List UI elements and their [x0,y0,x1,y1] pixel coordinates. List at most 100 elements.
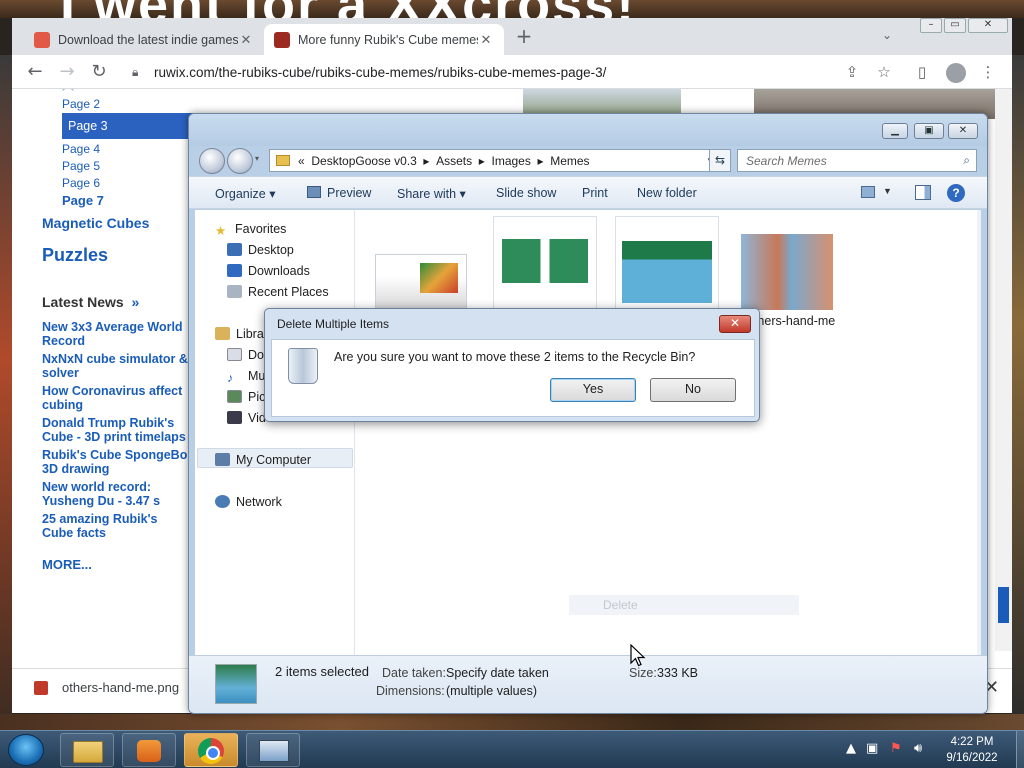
tab-search-icon[interactable]: ⌄ [882,28,892,42]
back-icon[interactable] [199,148,225,174]
profile-avatar[interactable] [946,63,966,83]
date-taken-value[interactable]: Specify date taken [446,666,549,680]
file-label[interactable]: others-hand-me [747,314,835,328]
sidebar-link-page-4[interactable]: Page 4 [62,142,100,156]
nav-pictures[interactable]: Pic [227,390,265,404]
taskbar-media-player[interactable] [122,733,176,767]
explorer-titlebar[interactable]: ▁ ▣ ✕ [189,114,987,146]
latest-news-arrow[interactable]: » [131,294,139,310]
side-panel-icon[interactable]: ▯ [912,63,932,83]
file-thumbnail[interactable] [375,254,467,309]
desktop-wallpaper: I went for a XXcross! [0,0,1024,18]
reload-icon[interactable]: ↻ [88,62,110,84]
bookmark-star-icon[interactable]: ☆ [874,63,894,83]
nav-downloads[interactable]: Downloads [227,264,310,278]
sidebar-link-page-7[interactable]: Page 7 [62,193,104,208]
news-item[interactable]: Donald Trump Rubik's Cube - 3D print time… [42,416,202,444]
taskbar-clock[interactable]: 4:22 PM 9/16/2022 [930,734,1014,766]
news-item[interactable]: Rubik's Cube SpongeBo 3D drawing [42,448,202,476]
taskbar-explorer[interactable] [60,733,114,767]
action-center-icon[interactable]: ⚑ [890,741,902,756]
breadcrumb-images[interactable]: Images [492,154,531,168]
menu-kebab-icon[interactable]: ⋮ [978,63,998,83]
network-tray-icon[interactable]: ▣ [866,741,878,756]
tab-close-icon[interactable]: ✕ [238,32,254,48]
nav-my-computer[interactable]: My Computer [215,453,311,467]
back-icon[interactable]: ← [24,62,46,84]
new-tab-button[interactable]: + [512,25,536,49]
change-view-icon[interactable] [861,186,875,198]
nav-videos[interactable]: Vid [227,411,266,425]
sidebar-link-page-6[interactable]: Page 6 [62,176,100,190]
tab-indie-games[interactable]: Download the latest indie games ✕ [24,24,264,55]
refresh-icon[interactable]: ⇆ [709,149,731,172]
close-window-icon[interactable]: ✕ [968,18,1008,33]
file-thumbnail[interactable] [615,216,719,311]
file-thumbnail-others-hand-me[interactable] [741,234,833,310]
file-list-scrollbar[interactable] [977,210,981,655]
help-icon[interactable]: ? [947,184,965,202]
print-button[interactable]: Print [582,186,608,200]
yes-button[interactable]: Yes [550,378,636,402]
more-news-link[interactable]: MORE... [42,557,92,572]
share-with-button[interactable]: Share with ▾ [397,186,466,201]
page-scrollbar[interactable] [995,89,1012,651]
news-item[interactable]: How Coronavirus affect cubing [42,384,202,412]
forward-icon[interactable]: → [56,62,78,84]
minimize-icon[interactable]: – [920,18,942,33]
taskbar-photo-viewer[interactable] [246,733,300,767]
desktop-wallpaper-right [1012,55,1024,730]
address-bar[interactable]: 🔒︎ ruwix.com/the-rubiks-cube/rubiks-cube… [132,59,892,85]
nav-network[interactable]: Network [215,495,282,509]
nav-recent-places[interactable]: Recent Places [227,285,329,299]
news-item[interactable]: New world record: Yusheng Du - 3.47 s [42,480,202,508]
show-desktop-button[interactable] [1016,731,1024,768]
sidebar-link-page-5[interactable]: Page 5 [62,159,100,173]
magnetic-cubes-link[interactable]: Magnetic Cubes [42,215,149,231]
pictures-icon [227,390,242,403]
puzzles-link[interactable]: Puzzles [42,245,108,266]
size-label: Size: [629,666,657,680]
maximize-icon[interactable]: ▭ [944,18,966,33]
volume-icon[interactable]: 🔊︎ [914,741,922,756]
recent-pages-icon[interactable]: ▾ [255,154,259,163]
show-hidden-icons-icon[interactable]: ▲ [846,741,856,756]
explorer-address-bar[interactable]: « DesktopGoose v0.3 ▸ Assets ▸ Images ▸ … [269,149,719,172]
nav-favorites[interactable]: ★ Favorites [215,222,286,238]
preview-icon[interactable] [307,186,321,198]
taskbar-chrome[interactable] [184,733,238,767]
breadcrumb-overflow[interactable]: « [298,154,305,168]
tab-rubiks-memes[interactable]: More funny Rubik's Cube memes ✕ [264,24,504,55]
preview-button[interactable]: Preview [327,186,371,200]
organize-button[interactable]: Organize ▾ [215,186,275,201]
news-item[interactable]: 25 amazing Rubik's Cube facts [42,512,202,540]
forward-icon[interactable] [227,148,253,174]
scrollbar-thumb[interactable] [998,587,1009,623]
breadcrumb-memes[interactable]: Memes [550,154,589,168]
news-item[interactable]: New 3x3 Average World Record [42,320,202,348]
nav-desktop[interactable]: Desktop [227,243,294,257]
breadcrumb-desktopgoose[interactable]: DesktopGoose v0.3 [311,154,416,168]
close-window-icon[interactable]: ✕ [948,123,978,139]
file-thumbnail[interactable] [493,216,597,311]
no-button[interactable]: No [650,378,736,402]
slide-show-button[interactable]: Slide show [496,186,556,200]
preview-pane-icon[interactable] [915,185,931,200]
tab-close-icon[interactable]: ✕ [478,32,494,48]
sidebar-link-page-2[interactable]: Page 2 [62,97,100,111]
download-filename[interactable]: others-hand-me.png [62,680,179,695]
news-item[interactable]: NxNxN cube simulator & solver [42,352,202,380]
view-dropdown-icon[interactable]: ▼ [883,186,892,196]
nav-libraries[interactable]: Libra [215,327,264,341]
breadcrumb-assets[interactable]: Assets [436,154,472,168]
search-input[interactable]: Search Memes ⌕ [737,149,977,172]
share-icon[interactable]: ⇪ [842,63,862,83]
command-bar: Organize ▾ Preview Share with ▾ Slide sh… [189,176,987,209]
dialog-close-icon[interactable]: ✕ [719,315,751,333]
minimize-icon[interactable]: ▁ [882,123,908,139]
libraries-icon [215,327,230,340]
start-button[interactable] [8,734,44,766]
maximize-icon[interactable]: ▣ [914,123,944,139]
new-folder-button[interactable]: New folder [637,186,697,200]
nav-music[interactable]: ♪ Mu [227,369,265,385]
